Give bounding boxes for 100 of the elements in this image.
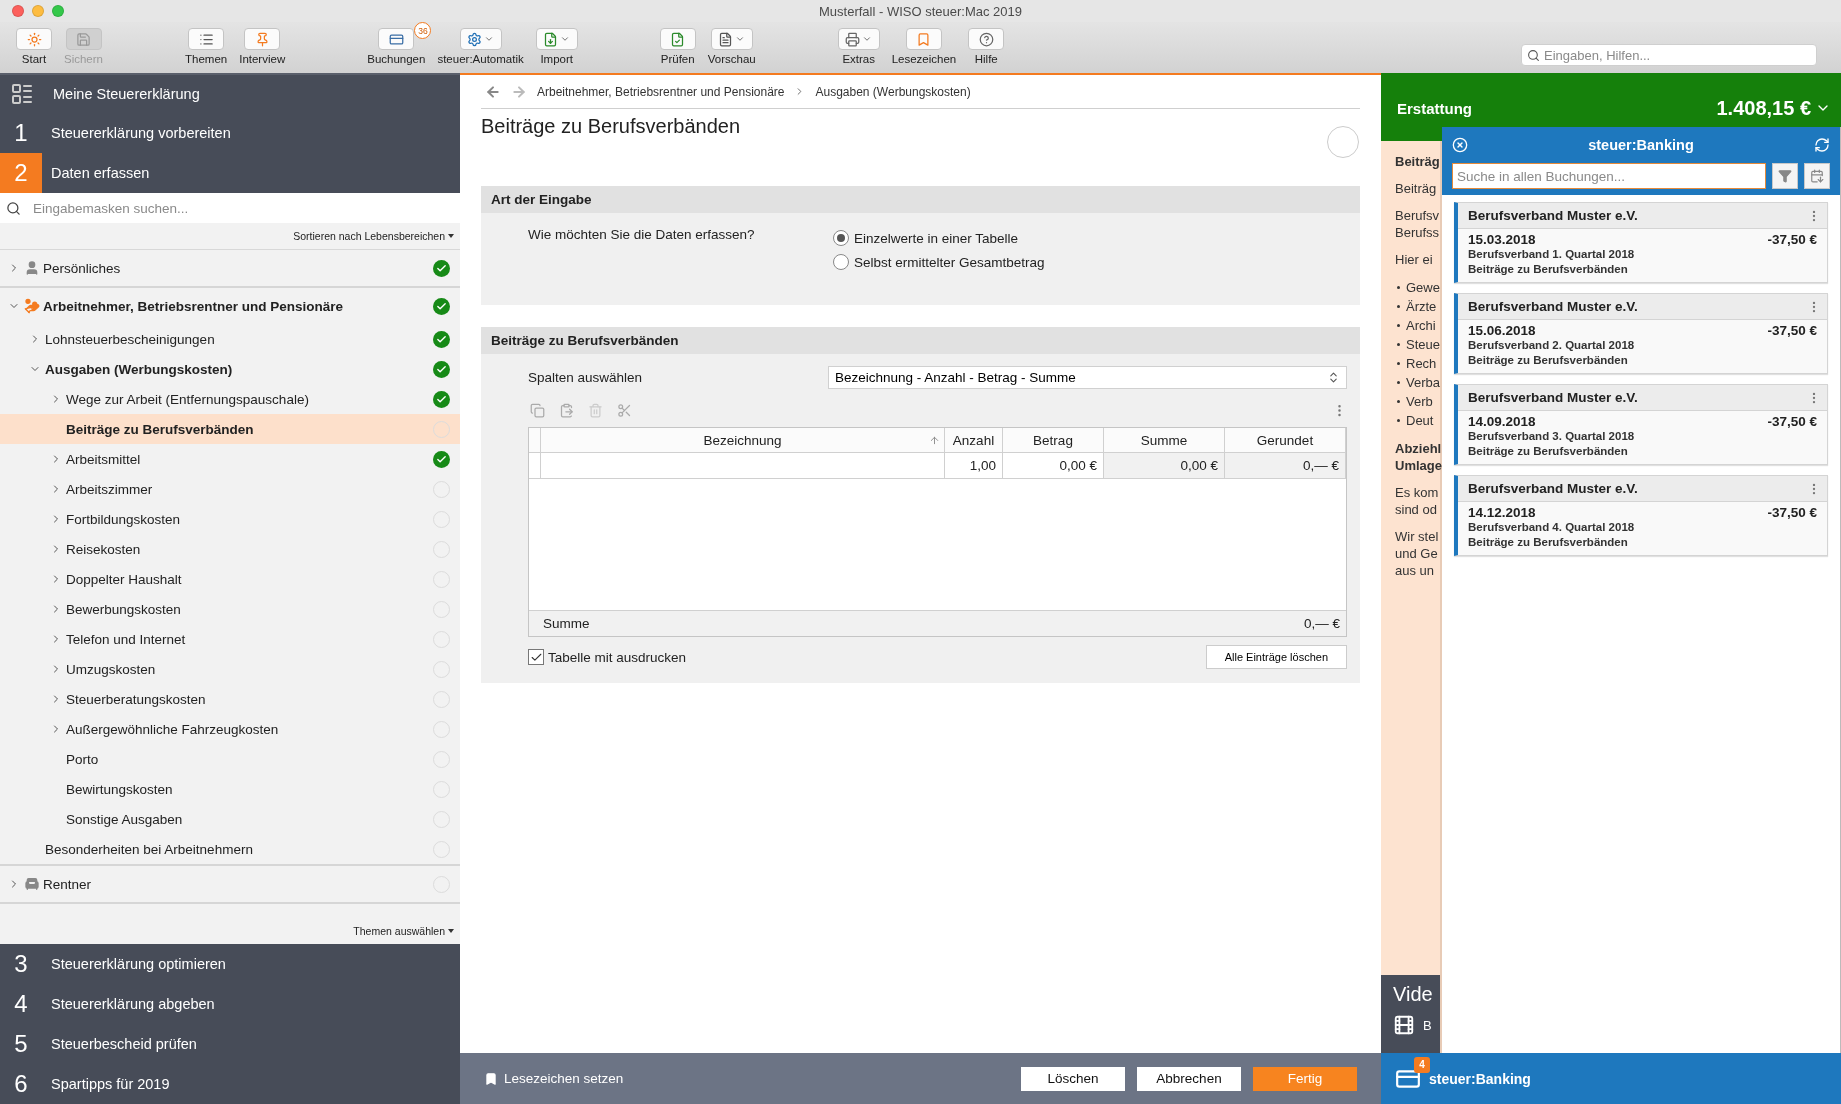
help-text: Hier ei xyxy=(1395,251,1434,268)
search-icon xyxy=(1527,48,1540,62)
refund-amount[interactable]: 1.408,15 € xyxy=(1716,96,1831,120)
column-header[interactable]: Bezeichnung xyxy=(541,428,945,452)
column-header[interactable]: Gerundet xyxy=(1225,428,1346,452)
toolbar-button[interactable]: Lesezeichen xyxy=(885,22,963,65)
help-text: Verb xyxy=(1406,393,1433,411)
bookmark-link[interactable]: Lesezeichen setzen xyxy=(478,1070,630,1087)
toolbar-button[interactable]: Vorschau xyxy=(701,22,762,65)
tree-item[interactable]: Ausgaben (Werbungskosten) xyxy=(0,354,460,384)
tree-item[interactable]: Beiträge zu Berufsverbänden xyxy=(0,414,460,444)
tree-item[interactable]: Arbeitszimmer xyxy=(0,474,460,504)
close-button[interactable] xyxy=(12,5,24,17)
toolbar-button[interactable]: Extras xyxy=(831,22,886,65)
payee-name: Berufsverband Muster e.V. xyxy=(1468,390,1638,405)
booking-card[interactable]: Berufsverband Muster e.V. 14.12.2018 -37,50 € Berufsverband 4. Quartal 2018 Beiträge zu Berufsverbänden xyxy=(1454,475,1828,556)
trash-icon[interactable] xyxy=(588,402,603,418)
sort-menu[interactable]: Sortieren nach Lebensbereichen xyxy=(287,223,460,249)
tree-item[interactable]: Persönliches xyxy=(0,250,460,286)
videos-title: Vide xyxy=(1393,983,1434,1006)
video-link[interactable]: B xyxy=(1393,1014,1440,1036)
topics-menu[interactable]: Themen auswählen xyxy=(347,918,460,944)
search-field[interactable]: Suche in allen Buchungen... xyxy=(1452,163,1766,189)
sidebar-title: Meine Steuererklärung xyxy=(53,86,200,102)
tree-item[interactable]: Sonstige Ausgaben xyxy=(0,804,460,834)
help-text: Berufss xyxy=(1395,224,1440,241)
step-number: 2 xyxy=(0,153,42,193)
sort-button[interactable] xyxy=(1804,163,1830,189)
tree-item[interactable]: Bewerbungskosten xyxy=(0,594,460,624)
tree-item[interactable]: Reisekosten xyxy=(0,534,460,564)
tree-item[interactable]: Außergewöhnliche Fahrzeugkosten xyxy=(0,714,460,744)
toolbar-button[interactable]: Themen xyxy=(179,22,234,65)
document-import-icon xyxy=(543,31,559,47)
footer-button[interactable]: Löschen xyxy=(1021,1066,1125,1091)
toolbar-button[interactable]: Interview xyxy=(233,22,292,65)
booking-card[interactable]: Berufsverband Muster e.V. 15.03.2018 -37,50 € Berufsverband 1. Quartal 2018 Beiträge zu Berufsverbänden xyxy=(1454,202,1828,283)
tree-item[interactable]: Arbeitnehmer, Betriebsrentner und Pensionäre xyxy=(0,288,460,324)
tree-item[interactable]: Wege zur Arbeit (Entfernungspauschale) xyxy=(0,384,460,414)
columns-dropdown[interactable]: Bezeichnung - Anzahl - Betrag - Summe xyxy=(828,366,1347,389)
toolbar-button[interactable]: Start xyxy=(10,22,58,65)
tree-item[interactable]: Besonderheiten bei Arbeitnehmern xyxy=(0,834,460,864)
toolbar-button[interactable]: Buchungen 36 xyxy=(361,22,432,65)
tree-item[interactable]: Bewirtungskosten xyxy=(0,774,460,804)
booking-purpose: Berufsverband 1. Quartal 2018 xyxy=(1468,247,1636,262)
booking-purpose: Berufsverband 4. Quartal 2018 xyxy=(1468,520,1636,535)
zoom-button[interactable] xyxy=(52,5,64,17)
table-cell: 0,— € xyxy=(1225,453,1346,478)
scissors-icon[interactable] xyxy=(617,402,632,418)
question-label: Wie möchten Sie die Daten erfassen? xyxy=(528,227,756,244)
column-header[interactable]: Summe xyxy=(1104,428,1225,452)
round-button[interactable] xyxy=(1327,126,1359,158)
booking-date: 14.12.2018 xyxy=(1468,505,1536,520)
count-badge: 36 xyxy=(414,22,432,39)
back-arrow-icon[interactable] xyxy=(485,83,501,100)
tree-item[interactable]: Umzugskosten xyxy=(0,654,460,684)
copy-icon[interactable] xyxy=(530,402,545,418)
breadcrumb-link[interactable]: Arbeitnehmer, Betriebsrentner und Pensionäre xyxy=(537,84,785,99)
filter-button[interactable] xyxy=(1772,163,1798,189)
booking-date: 15.06.2018 xyxy=(1468,323,1536,338)
bullet-icon xyxy=(1397,305,1400,308)
paste-icon[interactable] xyxy=(559,402,574,418)
toolbar-button[interactable]: Prüfen xyxy=(653,22,702,65)
close-icon[interactable] xyxy=(1452,137,1468,153)
toolbar-button[interactable]: steuer:Automatik xyxy=(431,22,530,65)
tree-item[interactable]: Rentner xyxy=(0,866,460,902)
refresh-icon[interactable] xyxy=(1814,137,1830,153)
tree-item[interactable]: Arbeitsmittel xyxy=(0,444,460,474)
field-label: Spalten auswählen xyxy=(528,370,644,385)
booking-card[interactable]: Berufsverband Muster e.V. 14.09.2018 -37,50 € Berufsverband 3. Quartal 2018 Beiträge zu Berufsverbänden xyxy=(1454,384,1828,465)
tree-item[interactable]: Porto xyxy=(0,744,460,774)
breadcrumb-link[interactable]: Ausgaben (Werbungskosten) xyxy=(815,84,971,99)
tree-item[interactable]: Fortbildungskosten xyxy=(0,504,460,534)
booking-category: Beiträge zu Berufsverbänden xyxy=(1468,444,1629,459)
gear-icon xyxy=(467,31,483,47)
radio-button[interactable] xyxy=(833,254,849,270)
section-title: Beiträge zu Berufsverbänden xyxy=(491,333,679,348)
toolbar-button[interactable]: Hilfe xyxy=(962,22,1011,65)
tree-item[interactable]: Telefon und Internet xyxy=(0,624,460,654)
column-header[interactable]: Anzahl xyxy=(945,428,1003,452)
banking-bar[interactable]: 4 steuer:Banking xyxy=(1381,1053,1841,1104)
checkbox[interactable] xyxy=(528,649,544,665)
tree-item[interactable]: Steuerberatungskosten xyxy=(0,684,460,714)
film-icon xyxy=(1393,1014,1415,1036)
bookmark-icon xyxy=(916,31,932,47)
column-header[interactable]: Betrag xyxy=(1003,428,1104,452)
toolbar-button[interactable]: Import xyxy=(529,22,584,65)
minimize-button[interactable] xyxy=(32,5,44,17)
help-text: Ärzte xyxy=(1406,298,1437,316)
save-icon xyxy=(76,31,91,47)
sun-icon xyxy=(26,31,42,47)
radio-button[interactable] xyxy=(833,230,849,246)
clear-button[interactable]: Alle Einträge löschen xyxy=(1205,645,1347,669)
search-field[interactable]: Eingabemasken suchen... xyxy=(0,193,460,223)
hand-coins-icon xyxy=(24,298,40,314)
tree-item[interactable]: Doppelter Haushalt xyxy=(0,564,460,594)
tree-item[interactable]: Lohnsteuerbescheinigungen xyxy=(0,324,460,354)
booking-card[interactable]: Berufsverband Muster e.V. 15.06.2018 -37,50 € Berufsverband 2. Quartal 2018 Beiträge zu Berufsverbänden xyxy=(1454,293,1828,374)
page-title: Beiträge zu Berufsverbänden xyxy=(481,115,741,138)
search-field[interactable]: Eingaben, Hilfen... xyxy=(1521,44,1817,66)
footer-button[interactable]: Abbrechen xyxy=(1137,1066,1241,1091)
